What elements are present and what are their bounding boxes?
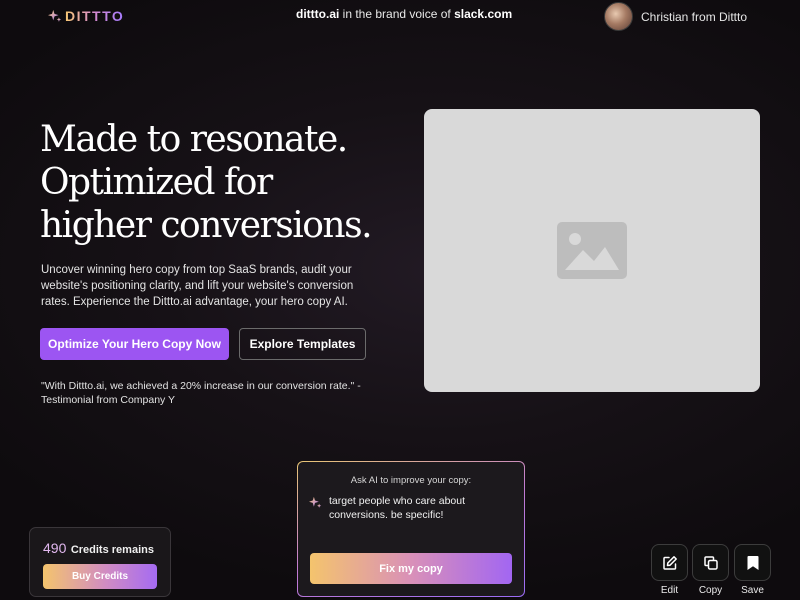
- brand-voice-connector: in the brand voice of: [339, 7, 455, 21]
- user-name: Christian from Dittto: [641, 9, 748, 24]
- copy-icon: [703, 555, 718, 570]
- copy-button[interactable]: [692, 544, 729, 581]
- edit-icon: [662, 555, 677, 570]
- brand-voice-label: dittto.ai in the brand voice of slack.co…: [296, 7, 512, 21]
- optimize-hero-copy-button[interactable]: Optimize Your Hero Copy Now: [40, 328, 229, 360]
- edit-label: Edit: [660, 585, 679, 596]
- save-button[interactable]: [734, 544, 771, 581]
- hero-title-line: higher conversions.: [40, 205, 373, 246]
- credits-label: Credits remains: [70, 544, 154, 556]
- save-label: Save: [741, 585, 764, 596]
- brand-target[interactable]: slack.com: [454, 7, 512, 21]
- ai-improve-panel-inner: Ask AI to improve your copy: target peop…: [298, 462, 524, 596]
- copy-label: Copy: [698, 585, 723, 596]
- save-action[interactable]: Save: [734, 544, 771, 596]
- buy-credits-button[interactable]: Buy Credits: [43, 564, 157, 589]
- credits-count: 490: [43, 540, 67, 556]
- logo[interactable]: DITTTO: [48, 8, 124, 24]
- hero-title-line: Optimized for: [40, 162, 273, 203]
- explore-templates-button[interactable]: Explore Templates: [239, 328, 366, 360]
- brand-site: dittto.ai: [296, 7, 340, 21]
- ai-improve-panel: Ask AI to improve your copy: target peop…: [297, 461, 525, 597]
- credits-line: 490 Credits remains: [43, 540, 154, 558]
- user-menu[interactable]: Christian from Dittto: [604, 2, 747, 31]
- hero-title-line: Made to resonate.: [40, 119, 348, 160]
- ai-panel-label: Ask AI to improve your copy:: [350, 475, 472, 486]
- credits-card: 490 Credits remains Buy Credits: [29, 527, 171, 597]
- avatar[interactable]: [604, 2, 633, 31]
- edit-action[interactable]: Edit: [651, 544, 688, 596]
- sparkle-icon: [48, 9, 62, 22]
- top-bar: DITTTO dittto.ai in the brand voice of s…: [0, 0, 800, 34]
- logo-text: DITTTO: [65, 8, 125, 24]
- hero-description: Uncover winning hero copy from top SaaS …: [41, 264, 354, 308]
- edit-button[interactable]: [651, 544, 688, 581]
- ai-prompt-input[interactable]: target people who care about conversions…: [329, 494, 509, 522]
- image-icon: [557, 222, 627, 279]
- hero-title: Made to resonate. Optimized for higher c…: [40, 118, 420, 247]
- copy-action[interactable]: Copy: [692, 544, 729, 596]
- testimonial: "With Dittto.ai, we achieved a 20% incre…: [41, 380, 361, 406]
- sparkle-icon: [309, 496, 322, 508]
- hero-image-placeholder: [424, 109, 760, 392]
- fix-my-copy-button[interactable]: Fix my copy: [310, 553, 512, 584]
- bookmark-icon: [747, 555, 758, 570]
